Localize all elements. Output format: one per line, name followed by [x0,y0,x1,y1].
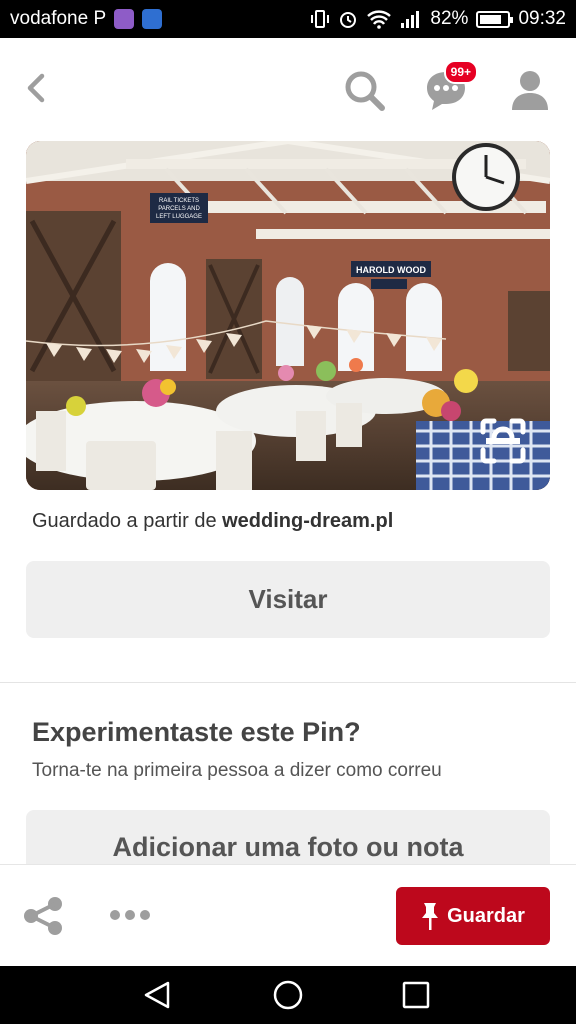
nav-recents-button[interactable] [400,979,432,1011]
wedding-venue-photo: RAIL TICKETS PARCELS AND LEFT LUGGAGE HA… [26,141,550,490]
top-bar: 99+ [0,38,576,142]
search-icon [345,71,385,111]
signal-icon [401,11,420,28]
ellipsis-icon [110,910,150,920]
status-bar: vodafone P 82% 09:32 [0,0,576,38]
system-nav-bar [0,966,576,1024]
carrier-name: vodafone P [10,8,107,29]
save-label: Guardar [447,904,525,927]
nav-home-button[interactable] [272,979,304,1011]
search-button[interactable] [340,66,388,114]
nav-back-button[interactable] [142,979,174,1011]
pin-action-bar: Guardar [0,864,576,966]
notification-badge: 99+ [443,60,478,84]
visual-search-button[interactable] [478,416,528,466]
battery-percent: 82% [430,8,469,29]
visit-button[interactable]: Visitar [26,561,550,638]
share-icon [24,897,62,935]
messages-button[interactable]: 99+ [422,60,478,114]
vibrate-icon [311,10,330,28]
tried-pin-subtitle: Torna-te na primeira pessoa a dizer como… [32,760,442,781]
share-button[interactable] [22,895,64,937]
profile-button[interactable] [506,66,554,114]
source-prefix: Guardado a partir de [32,510,217,532]
sign-station-name: HAROLD WOOD [356,265,426,275]
clock: 09:32 [518,8,566,29]
square-recents-icon [402,981,430,1009]
sign-tickets-line-2: PARCELS AND [158,206,200,212]
sign-tickets-line-1: RAIL TICKETS [159,198,199,204]
save-pin-button[interactable]: Guardar [396,887,550,945]
wifi-icon [367,10,392,29]
triangle-back-icon [144,981,170,1009]
section-divider [0,682,576,683]
lens-scan-icon [480,418,526,464]
back-button[interactable] [18,70,54,106]
pin-icon [422,903,439,930]
pin-image[interactable]: RAIL TICKETS PARCELS AND LEFT LUGGAGE HA… [26,141,550,490]
add-photo-note-label: Adicionar uma foto ou nota [112,832,464,862]
person-icon [512,71,548,110]
gallery-app-icon [114,9,135,29]
sign-tickets-line-3: LEFT LUGGAGE [156,214,202,220]
tried-pin-heading: Experimentaste este Pin? [32,717,361,747]
alarm-icon [340,12,357,28]
battery-fill [480,14,502,24]
source-domain-link[interactable]: wedding-dream.pl [222,510,393,532]
wifi-app-icon [142,9,163,29]
more-options-button[interactable] [108,901,152,929]
chevron-left-icon [27,73,45,103]
circle-home-icon [273,980,303,1010]
battery-icon [476,10,514,28]
pin-source: Guardado a partir de wedding-dream.pl [32,510,393,533]
